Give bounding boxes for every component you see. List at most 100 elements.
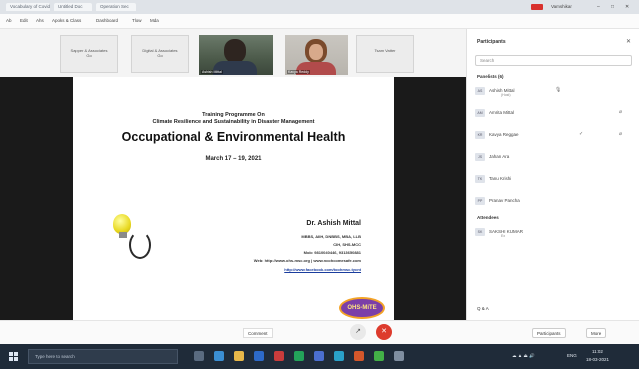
browser-tab[interactable]: Vocabulary of Covid (6, 3, 50, 11)
browser-tab[interactable]: Operation Sec (96, 3, 136, 11)
mic-muted-icon[interactable]: ⌀ (619, 109, 622, 115)
app-icon[interactable] (394, 351, 404, 361)
clock-time[interactable]: 11:02 (592, 349, 603, 354)
participant-row[interactable]: TK Tanu Krishi (475, 173, 633, 187)
avatar: KR (475, 131, 485, 139)
lightbulb-base (119, 232, 127, 238)
record-badge (531, 4, 543, 10)
comment-toast[interactable]: Comment (243, 328, 273, 338)
attendee-role: Ex (501, 234, 506, 238)
logo-text: OHS-MiTE (347, 305, 377, 311)
slide-title: Occupational & Environmental Health (121, 130, 346, 144)
search-input[interactable]: Search (475, 55, 632, 66)
mic-muted-icon[interactable]: ⌀ (619, 131, 622, 137)
participant-name: Jahan Ara (489, 154, 510, 159)
slide-date: March 17 – 19, 2021 (205, 156, 262, 162)
participant-row[interactable]: JS Jahan Ara (475, 151, 633, 165)
language-indicator[interactable]: ENG (567, 353, 577, 358)
qa-section[interactable]: Q & A (477, 306, 489, 311)
person-face (309, 44, 323, 60)
close-icon[interactable]: ✕ (625, 4, 629, 10)
bookmark[interactable]: Apoks & Class (52, 18, 81, 23)
taskbar: Type here to search ☁ ▲ ⏏ 🔊 ENG 11:02 18… (0, 344, 639, 369)
browser-tab-bar: Vocabulary of Covid Untitled Doc Operati… (0, 0, 639, 14)
shared-screen: Training Programme On Climate Resilience… (0, 77, 466, 320)
slide-info: Web: http://www.ohs-msc.org | www.ncohco… (253, 258, 361, 263)
presentation-slide: Training Programme On Climate Resilience… (73, 77, 394, 320)
attendee-name: SAKSHI KUMAR (489, 229, 524, 234)
participant-role: (Host) (501, 93, 511, 97)
app-icon[interactable] (294, 351, 304, 361)
webex-icon[interactable] (374, 351, 384, 361)
slide-info: Mob: 9810040446, 9313650881 (303, 250, 361, 255)
participant-name: Amrita Mittal (489, 110, 515, 115)
windows-start-icon[interactable] (9, 352, 19, 362)
taskbar-search-input[interactable]: Type here to search (28, 349, 178, 364)
avatar: PP (475, 197, 485, 205)
microphone-icon[interactable]: 🎙 (555, 87, 561, 93)
participant-tile[interactable]: Tsam Vatter (356, 35, 414, 73)
bookmarks-bar: Ab Edit Ahs Apoks & Class Dashboard Tlow… (0, 14, 639, 29)
video-strip: Sapper & Associates Go Digital & Associa… (0, 29, 466, 77)
file-explorer-icon[interactable] (234, 351, 244, 361)
avatar: JS (475, 153, 485, 161)
task-view-icon[interactable] (194, 351, 204, 361)
check-icon: ✓ (579, 131, 584, 137)
participant-row[interactable]: KR Kavya Reggae ✓ ⌀ (475, 129, 633, 143)
video-feed-participant[interactable]: Kavya Reddy (285, 35, 348, 75)
slide-author: Dr. Ashish Mittal (306, 220, 361, 227)
slide-info: CIH, SHS-MCC (333, 242, 361, 247)
slide-subtitle: Training Programme On (202, 112, 265, 118)
video-feed-host[interactable]: Ashish Mittal (199, 35, 273, 75)
slide-info: MBBS, AIIH, DNBBS, MBA, LLB (301, 234, 361, 239)
bookmark[interactable]: Mda (150, 18, 159, 23)
avatar: AS (475, 87, 485, 95)
panel-title: Participants (477, 39, 506, 45)
system-tray-icons[interactable]: ☁ ▲ ⏏ 🔊 (512, 353, 535, 359)
tile-sub: Go (157, 53, 163, 58)
participant-tile[interactable]: Sapper & Associates Go (60, 35, 118, 73)
user-label[interactable]: Vamshikar (551, 4, 572, 9)
minimize-icon[interactable]: – (597, 4, 600, 10)
participant-tile[interactable]: Digital & Associates Go (131, 35, 189, 73)
participant-name: Tanu Krishi (489, 176, 512, 181)
avatar: AM (475, 109, 485, 117)
participant-row[interactable]: PP Pranav Pancha (475, 195, 633, 209)
word-icon[interactable] (314, 351, 324, 361)
slide-subtitle: Climate Resilience and Sustainability in… (152, 119, 315, 125)
participant-row[interactable]: AM Amrita Mittal ⌀ (475, 107, 633, 121)
close-icon[interactable]: ✕ (626, 38, 631, 45)
browser-tab[interactable]: Untitled Doc (54, 3, 92, 11)
lightbulb-icon (113, 214, 131, 234)
bookmark[interactable]: Tlow (132, 18, 142, 23)
bookmark[interactable]: Ahs (36, 18, 44, 23)
clock-date[interactable]: 18-03-2021 (586, 357, 609, 362)
bookmark[interactable]: Edit (20, 18, 28, 23)
bookmark[interactable]: Ab (6, 18, 12, 23)
section-attendees[interactable]: Attendees (477, 215, 499, 220)
avatar: TK (475, 175, 485, 183)
app-icon[interactable] (334, 351, 344, 361)
ohs-logo: OHS-MiTE (339, 297, 385, 319)
tile-sub: Go (86, 53, 92, 58)
stethoscope-icon (129, 231, 151, 259)
participant-name: Pranav Pancha (489, 198, 520, 203)
powerpoint-icon[interactable] (354, 351, 364, 361)
slide-link[interactable]: http://www.facebook.com/toohmsc.tycnt (284, 267, 361, 272)
share-icon[interactable]: ↗ (350, 324, 366, 340)
more-button[interactable]: More (586, 328, 607, 338)
video-name: Kavya Reddy (287, 70, 310, 74)
section-panelists[interactable]: Panelists (6) (477, 74, 504, 79)
maximize-icon[interactable]: □ (611, 4, 614, 10)
person-head (224, 39, 246, 63)
meeting-controls: Comment ↗ ✕ Participants More (0, 320, 639, 344)
bookmark[interactable]: Dashboard (96, 18, 118, 23)
edge-icon[interactable] (214, 351, 224, 361)
video-name: Ashish Mittal (201, 70, 223, 74)
attendee-row[interactable]: SK SAKSHI KUMAR Ex (475, 226, 633, 240)
app-icon[interactable] (274, 351, 284, 361)
mail-icon[interactable] (254, 351, 264, 361)
participants-button[interactable]: Participants (532, 328, 566, 338)
participant-row[interactable]: AS Ashish Mittal (Host) 🎙 (475, 85, 633, 99)
leave-call-icon[interactable]: ✕ (376, 324, 392, 340)
